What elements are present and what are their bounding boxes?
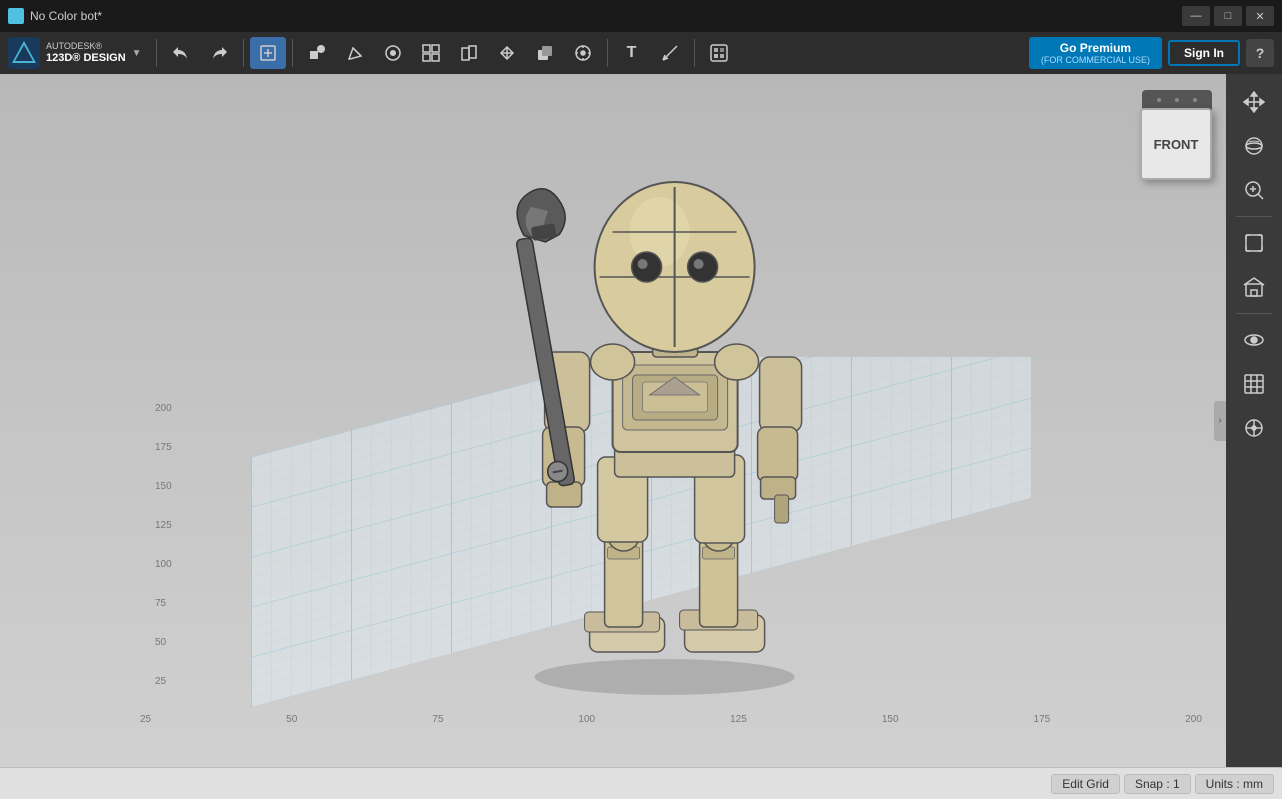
maximize-button[interactable]: □ [1214, 6, 1242, 26]
orbit-button[interactable] [1234, 126, 1274, 166]
right-panel-sep-1 [1236, 216, 1272, 217]
snap-world-button[interactable] [1234, 408, 1274, 448]
snap-button[interactable] [565, 37, 601, 69]
edit-grid-button[interactable]: Edit Grid [1051, 774, 1120, 794]
sep-1 [156, 39, 157, 67]
right-panel-sep-2 [1236, 313, 1272, 314]
premium-button[interactable]: Go Premium (FOR COMMERCIAL USE) [1029, 37, 1162, 69]
robot-model [465, 74, 885, 697]
right-panel [1226, 74, 1282, 767]
pattern-button[interactable] [413, 37, 449, 69]
toolbar: AUTODESK® 123D® DESIGN ▼ [0, 32, 1282, 74]
titlebar: No Color bot* — □ ✕ [0, 0, 1282, 32]
help-button[interactable]: ? [1246, 39, 1274, 67]
view-cube-label: FRONT [1154, 137, 1199, 152]
close-button[interactable]: ✕ [1246, 6, 1274, 26]
ruler-y: 200 175 150 125 100 75 50 25 [155, 403, 172, 687]
undo-button[interactable] [163, 37, 199, 69]
fit-button[interactable] [1234, 223, 1274, 263]
sep-4 [607, 39, 608, 67]
sep-2 [243, 39, 244, 67]
sep-3 [292, 39, 293, 67]
modify-button[interactable] [375, 37, 411, 69]
text-button[interactable]: T [614, 37, 650, 69]
zoom-button[interactable] [1234, 170, 1274, 210]
view-cube[interactable]: FRONT [1138, 90, 1218, 170]
pan-button[interactable] [1234, 82, 1274, 122]
logo-mark [8, 37, 40, 69]
app-icon [8, 8, 24, 24]
sketch-button[interactable] [337, 37, 373, 69]
primitives-button[interactable] [299, 37, 335, 69]
home-view-button[interactable] [1234, 267, 1274, 307]
units-button[interactable]: Units : mm [1195, 774, 1274, 794]
window-title: No Color bot* [30, 9, 102, 23]
minimize-button[interactable]: — [1182, 6, 1210, 26]
new-solid-button[interactable] [250, 37, 286, 69]
grid-display-button[interactable] [1234, 364, 1274, 404]
app-logo[interactable]: AUTODESK® 123D® DESIGN ▼ [8, 37, 142, 69]
visibility-button[interactable] [1234, 320, 1274, 360]
sep-5 [694, 39, 695, 67]
statusbar: Edit Grid Snap : 1 Units : mm [0, 767, 1282, 799]
transform-button[interactable] [489, 37, 525, 69]
ruler-x: 25 50 75 100 125 150 175 200 [130, 714, 1212, 725]
logo-dropdown-icon[interactable]: ▼ [132, 48, 142, 59]
panel-collapse-handle[interactable]: › [1214, 401, 1226, 441]
3d-viewport[interactable]: 25 50 75 100 125 150 175 200 200 175 150… [0, 74, 1282, 767]
material-button[interactable] [701, 37, 737, 69]
logo-text: AUTODESK® 123D® DESIGN [46, 41, 126, 65]
window-controls: — □ ✕ [1182, 6, 1274, 26]
redo-button[interactable] [201, 37, 237, 69]
titlebar-left: No Color bot* [8, 8, 102, 24]
signin-button[interactable]: Sign In [1168, 40, 1240, 66]
measure-button[interactable] [652, 37, 688, 69]
boolean-button[interactable] [527, 37, 563, 69]
group-button[interactable] [451, 37, 487, 69]
main-viewport[interactable]: 25 50 75 100 125 150 175 200 200 175 150… [0, 74, 1282, 767]
snap-setting-button[interactable]: Snap : 1 [1124, 774, 1191, 794]
